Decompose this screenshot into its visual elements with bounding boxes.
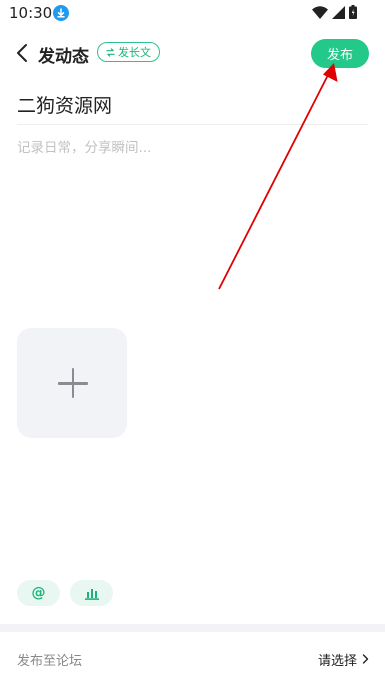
download-icon bbox=[53, 5, 69, 21]
chevron-right-icon bbox=[362, 654, 369, 664]
add-image-button[interactable] bbox=[17, 328, 127, 438]
at-icon: @ bbox=[31, 585, 46, 601]
title-divider bbox=[17, 124, 368, 125]
section-divider bbox=[0, 624, 385, 632]
long-article-label: 发长文 bbox=[118, 46, 151, 59]
status-time: 10:30 bbox=[9, 4, 53, 22]
status-icons bbox=[312, 5, 357, 19]
status-bar: 10:30 bbox=[0, 0, 385, 28]
forum-label: 发布至论坛 bbox=[17, 654, 83, 669]
post-body-field[interactable] bbox=[17, 136, 367, 306]
back-icon[interactable] bbox=[12, 42, 34, 64]
battery-icon bbox=[349, 5, 357, 19]
forum-value: 请选择 bbox=[317, 654, 357, 669]
swap-icon bbox=[106, 47, 115, 57]
poll-button[interactable] bbox=[70, 580, 113, 606]
bar-chart-icon bbox=[84, 588, 99, 600]
publish-button[interactable]: 发布 bbox=[311, 39, 369, 68]
post-title-field[interactable] bbox=[17, 86, 367, 122]
page-title: 发动态 bbox=[38, 47, 89, 67]
forum-select-row[interactable]: 发布至论坛 请选择 bbox=[0, 632, 385, 684]
nav-bar: 发动态 发长文 发布 bbox=[0, 32, 385, 76]
wifi-icon bbox=[312, 5, 328, 19]
mention-button[interactable]: @ bbox=[17, 580, 60, 606]
signal-icon bbox=[332, 5, 345, 19]
long-article-button[interactable]: 发长文 bbox=[97, 42, 160, 62]
